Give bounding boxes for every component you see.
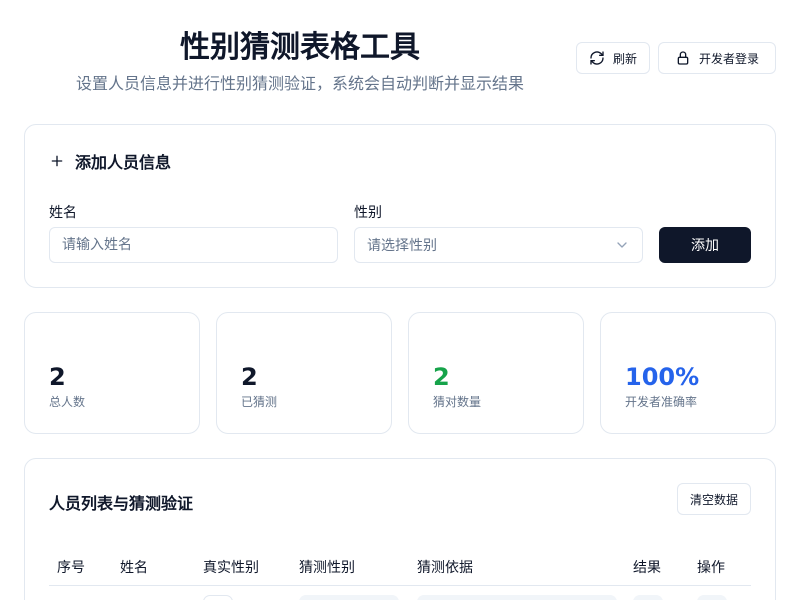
stat-value: 2 <box>49 363 66 391</box>
page-title: 性别猜测表格工具 <box>180 30 420 65</box>
page-subtitle: 设置人员信息并进行性别猜测验证，系统会自动判断并显示结果 <box>75 74 524 93</box>
person-list-card: 人员列表与猜测验证 清空数据 序号 姓名 真实性别 猜测性别 猜测依据 结果 操… <box>24 458 776 600</box>
developer-login-label: 开发者登录 <box>698 51 759 66</box>
refresh-icon <box>589 50 605 66</box>
page-header: 性别猜测表格工具 设置人员信息并进行性别猜测验证，系统会自动判断并显示结果 刷新… <box>0 0 800 110</box>
stat-value: 100% <box>625 363 700 391</box>
name-label: 姓名 <box>49 205 77 221</box>
gender-select[interactable]: 请选择性别 <box>354 227 643 263</box>
clear-data-button[interactable]: 清空数据 <box>677 483 751 515</box>
stat-value: 2 <box>241 363 258 391</box>
column-header-index: 序号 <box>57 560 85 576</box>
guess-basis-badge <box>417 595 617 600</box>
developer-login-button[interactable]: 开发者登录 <box>658 42 776 74</box>
refresh-label: 刷新 <box>612 51 637 66</box>
action-badge <box>697 595 727 600</box>
lock-icon <box>675 50 691 66</box>
plus-icon <box>49 153 65 169</box>
stat-label: 总人数 <box>49 395 86 409</box>
add-person-header: 添加人员信息 <box>49 149 171 173</box>
person-list-title: 人员列表与猜测验证 <box>49 494 194 513</box>
stat-label: 已猜测 <box>241 395 278 409</box>
stat-card-total: 2 总人数 <box>24 312 200 434</box>
chevron-down-icon <box>614 237 630 253</box>
stat-card-correct: 2 猜对数量 <box>408 312 584 434</box>
guess-gender-badge <box>299 595 399 600</box>
name-input[interactable] <box>49 227 338 263</box>
result-badge <box>633 595 663 600</box>
gender-select-placeholder: 请选择性别 <box>367 238 437 254</box>
add-button[interactable]: 添加 <box>659 227 751 263</box>
stat-card-accuracy: 100% 开发者准确率 <box>600 312 776 434</box>
column-header-real-gender: 真实性别 <box>203 560 259 576</box>
refresh-button[interactable]: 刷新 <box>576 42 650 74</box>
column-header-result: 结果 <box>633 560 661 576</box>
stat-label: 开发者准确率 <box>625 395 698 409</box>
gender-label: 性别 <box>354 205 382 221</box>
table-header-divider <box>49 585 751 586</box>
stat-label: 猜对数量 <box>433 395 482 409</box>
real-gender-badge <box>203 595 233 600</box>
column-header-guess-gender: 猜测性别 <box>299 560 355 576</box>
stat-card-guessed: 2 已猜测 <box>216 312 392 434</box>
column-header-name: 姓名 <box>120 560 148 576</box>
column-header-guess-basis: 猜测依据 <box>417 560 473 576</box>
add-person-card: 添加人员信息 姓名 性别 请选择性别 添加 <box>24 124 776 288</box>
column-header-actions: 操作 <box>697 560 725 576</box>
stat-value: 2 <box>433 363 450 391</box>
add-person-title: 添加人员信息 <box>75 153 172 172</box>
